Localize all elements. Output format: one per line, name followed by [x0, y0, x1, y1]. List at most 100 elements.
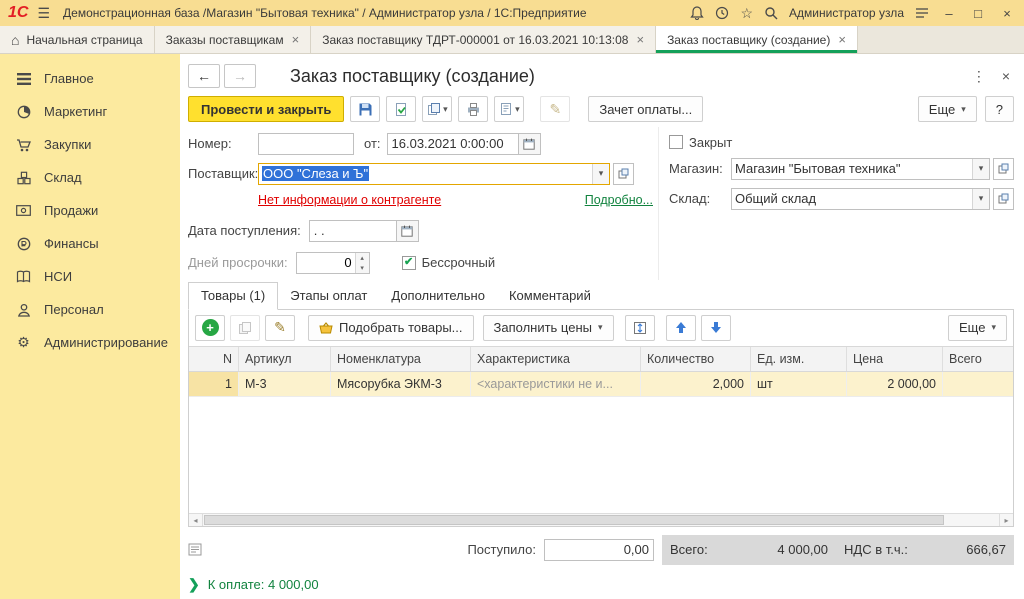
received-input[interactable]: [544, 539, 654, 561]
column-header-article[interactable]: Артикул: [239, 347, 331, 371]
notifications-bell-icon[interactable]: [690, 6, 704, 20]
number-input[interactable]: [258, 133, 354, 155]
receipt-date-input[interactable]: [309, 220, 397, 242]
more-button[interactable]: Еще ▾: [918, 96, 977, 122]
sidebar-item-finance[interactable]: Финансы: [0, 227, 180, 260]
fill-prices-button[interactable]: Заполнить цены ▾: [483, 315, 614, 341]
goods-more-button[interactable]: Еще ▾: [948, 315, 1007, 341]
cell-total[interactable]: [943, 372, 1013, 396]
to-pay-link[interactable]: К оплате: 4 000,00: [208, 577, 319, 592]
date-input[interactable]: [387, 133, 519, 155]
current-user[interactable]: Администратор узла: [789, 6, 904, 20]
supplier-dropdown-button[interactable]: ▾: [592, 164, 609, 184]
maximize-button[interactable]: □: [969, 6, 987, 21]
scrollbar-thumb[interactable]: [204, 515, 944, 525]
edit-button[interactable]: ✎: [540, 96, 570, 122]
cell-n[interactable]: 1: [189, 372, 239, 396]
main-menu-icon[interactable]: ☰: [37, 5, 50, 22]
cell-nomenclature[interactable]: Мясорубка ЭКМ-3: [331, 372, 471, 396]
close-window-button[interactable]: ×: [998, 6, 1016, 21]
supplier-combo[interactable]: ООО "Слеза и Ъ" ▾: [258, 163, 610, 185]
tab-payment-stages[interactable]: Этапы оплат: [278, 283, 379, 309]
sidebar-item-nsi[interactable]: НСИ: [0, 260, 180, 293]
column-header-nomenclature[interactable]: Номенклатура: [331, 347, 471, 371]
create-based-on-button[interactable]: ▾: [422, 96, 452, 122]
tab-home[interactable]: ⌂ Начальная страница: [0, 26, 155, 53]
favorites-star-icon[interactable]: ☆: [740, 5, 753, 22]
supplier-open-button[interactable]: [613, 163, 634, 185]
cell-unit[interactable]: шт: [751, 372, 847, 396]
tab-close-icon[interactable]: ×: [292, 32, 300, 47]
history-clock-icon[interactable]: [715, 6, 729, 20]
overdue-spinner[interactable]: ▴ ▾: [296, 252, 370, 274]
forward-button[interactable]: →: [224, 64, 256, 88]
tab-comment[interactable]: Комментарий: [497, 283, 603, 309]
counterparty-warning-link[interactable]: Нет информации о контрагенте: [258, 193, 441, 207]
spin-down-icon[interactable]: ▾: [356, 263, 369, 273]
store-open-button[interactable]: [993, 158, 1014, 180]
tab-goods[interactable]: Товары (1): [188, 282, 278, 310]
sidebar-item-marketing[interactable]: Маркетинг: [0, 95, 180, 128]
column-header-n[interactable]: N: [189, 347, 239, 371]
scrollbar-track[interactable]: [203, 514, 999, 526]
sidebar-item-purchases[interactable]: Закупки: [0, 128, 180, 161]
post-and-close-button[interactable]: Провести и закрыть: [188, 96, 344, 122]
scroll-left-icon[interactable]: ◂: [189, 514, 203, 526]
column-header-unit[interactable]: Ед. изм.: [751, 347, 847, 371]
tab-supplier-orders-list[interactable]: Заказы поставщикам ×: [155, 26, 312, 53]
add-row-button[interactable]: +: [195, 315, 225, 341]
store-combo[interactable]: Магазин "Бытовая техника" ▾: [731, 158, 990, 180]
column-header-total[interactable]: Всего: [943, 347, 1013, 371]
chevron-right-icon[interactable]: ❯: [188, 577, 200, 591]
sidebar-item-personnel[interactable]: Персонал: [0, 293, 180, 326]
spin-up-icon[interactable]: ▴: [356, 253, 369, 263]
tab-supplier-order-tdrt[interactable]: Заказ поставщику ТДРТ-000001 от 16.03.20…: [311, 26, 656, 53]
column-header-characteristic[interactable]: Характеристика: [471, 347, 641, 371]
cell-quantity[interactable]: 2,000: [641, 372, 751, 396]
receipt-calendar-button[interactable]: [397, 220, 419, 242]
cell-characteristic[interactable]: <характеристики не и...: [471, 372, 641, 396]
calendar-button[interactable]: [519, 133, 541, 155]
cell-price[interactable]: 2 000,00: [847, 372, 943, 396]
tab-supplier-order-new[interactable]: Заказ поставщику (создание) ×: [656, 26, 858, 53]
tab-close-icon[interactable]: ×: [636, 32, 644, 47]
back-button[interactable]: ←: [188, 64, 220, 88]
horizontal-scrollbar[interactable]: ◂ ▸: [189, 513, 1013, 526]
help-button[interactable]: ?: [985, 96, 1014, 122]
save-button[interactable]: [350, 96, 380, 122]
overdue-input[interactable]: [297, 253, 355, 273]
column-header-quantity[interactable]: Количество: [641, 347, 751, 371]
column-header-price[interactable]: Цена: [847, 347, 943, 371]
closed-checkbox[interactable]: [669, 135, 683, 149]
service-menu-icon[interactable]: [915, 7, 929, 19]
scroll-right-icon[interactable]: ▸: [999, 514, 1013, 526]
spinner-buttons[interactable]: ▴ ▾: [355, 253, 369, 273]
warehouse-combo[interactable]: Общий склад ▾: [731, 188, 990, 210]
sidebar-item-administration[interactable]: ⚙ Администрирование: [0, 326, 180, 359]
pick-goods-button[interactable]: Подобрать товары...: [308, 315, 474, 341]
print-button[interactable]: [458, 96, 488, 122]
tab-additional[interactable]: Дополнительно: [379, 283, 497, 309]
store-dropdown-button[interactable]: ▾: [972, 159, 989, 179]
footer-list-icon[interactable]: [188, 543, 202, 556]
copy-row-button[interactable]: [230, 315, 260, 341]
form-menu-kebab-icon[interactable]: ⋮: [972, 68, 986, 85]
sidebar-item-main[interactable]: Главное: [0, 62, 180, 95]
sidebar-item-warehouse[interactable]: Склад: [0, 161, 180, 194]
minimize-button[interactable]: –: [940, 6, 958, 21]
tab-close-icon[interactable]: ×: [838, 32, 846, 47]
edit-row-button[interactable]: ✎: [265, 315, 295, 341]
expand-table-button[interactable]: [625, 315, 655, 341]
warehouse-dropdown-button[interactable]: ▾: [972, 189, 989, 209]
sidebar-item-sales[interactable]: Продажи: [0, 194, 180, 227]
warehouse-open-button[interactable]: [993, 188, 1014, 210]
cell-article[interactable]: М-3: [239, 372, 331, 396]
offset-payment-button[interactable]: Зачет оплаты...: [588, 96, 703, 122]
reports-button[interactable]: ▾: [494, 96, 524, 122]
move-row-up-button[interactable]: [666, 315, 696, 341]
table-row[interactable]: 1 М-3 Мясорубка ЭКМ-3 <характеристики не…: [189, 372, 1013, 397]
post-document-button[interactable]: [386, 96, 416, 122]
details-link[interactable]: Подробно...: [585, 193, 653, 207]
termless-checkbox[interactable]: ✔: [402, 256, 416, 270]
move-row-down-button[interactable]: [701, 315, 731, 341]
